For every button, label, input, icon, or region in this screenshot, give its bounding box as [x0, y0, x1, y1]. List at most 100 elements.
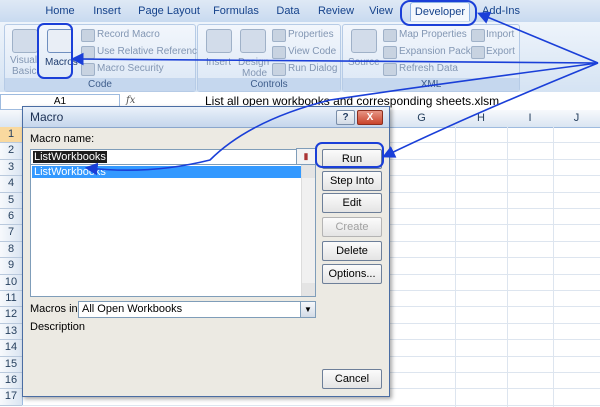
source-button[interactable]: Source [348, 57, 380, 68]
column-header-h[interactable]: H [455, 110, 508, 128]
code-group: Visual Basic Macros Record Macro Use Rel… [4, 24, 208, 92]
run-dialog-icon [272, 63, 286, 76]
controls-group-label: Controls [198, 78, 340, 91]
import-button[interactable]: Import [486, 29, 514, 40]
tab-home[interactable]: Home [39, 2, 81, 20]
grid-line [22, 404, 600, 406]
record-macro-button[interactable]: Record Macro [97, 29, 160, 40]
xml-group: Source Map Properties Expansion Packs Re… [342, 24, 520, 92]
tab-review[interactable]: Review [315, 2, 357, 20]
visual-basic-button-line2[interactable]: Basic [12, 66, 36, 77]
scroll-up-icon[interactable] [302, 165, 315, 178]
macros-in-value: All Open Workbooks [82, 303, 183, 315]
row-header-14[interactable]: 14 [0, 340, 23, 357]
run-dialog-button[interactable]: Run Dialog [288, 63, 337, 74]
dialog-title: Macro [30, 110, 64, 124]
row-header-7[interactable]: 7 [0, 225, 23, 242]
design-mode-button-line1[interactable]: Design [238, 57, 269, 68]
insert-controls-button[interactable]: Insert [206, 57, 231, 68]
row-header-10[interactable]: 10 [0, 274, 23, 291]
code-group-label: Code [5, 78, 195, 91]
close-button[interactable]: X [357, 110, 383, 125]
tab-developer[interactable]: Developer [410, 2, 470, 21]
tab-page-layout[interactable]: Page Layout [137, 2, 201, 20]
help-button[interactable]: ? [336, 110, 355, 125]
row-header-13[interactable]: 13 [0, 323, 23, 341]
tab-insert[interactable]: Insert [88, 2, 126, 20]
row-header-1[interactable]: 1 [0, 127, 23, 144]
create-button: Create [322, 217, 382, 237]
macro-dialog: Macro ? X Macro name: ListWorkbooks ▮ Li… [22, 106, 390, 397]
export-icon [471, 46, 485, 59]
expansion-packs-icon [383, 46, 397, 59]
relative-references-icon [81, 46, 95, 59]
row-header-12[interactable]: 12 [0, 307, 23, 324]
row-header-2[interactable]: 2 [0, 143, 23, 160]
record-macro-icon [81, 29, 95, 42]
row-header-6[interactable]: 6 [0, 209, 23, 226]
macro-security-button[interactable]: Macro Security [97, 63, 164, 74]
row-header-3[interactable]: 3 [0, 159, 23, 177]
dialog-title-bar[interactable]: Macro ? X [23, 107, 389, 128]
column-header-g[interactable]: G [388, 110, 456, 128]
cancel-button[interactable]: Cancel [322, 369, 382, 389]
macro-name-label: Macro name: [30, 133, 95, 145]
delete-button[interactable]: Delete [322, 241, 382, 261]
insert-function-icon[interactable]: fx [126, 95, 135, 106]
row-header-15[interactable]: 15 [0, 356, 23, 373]
visual-basic-icon [12, 29, 38, 53]
chevron-down-icon[interactable]: ▼ [300, 302, 315, 317]
refresh-data-icon [383, 63, 397, 76]
properties-icon [272, 29, 286, 42]
macros-in-select[interactable]: All Open Workbooks ▼ [78, 301, 316, 318]
map-properties-button[interactable]: Map Properties [399, 29, 467, 40]
source-icon [351, 29, 377, 53]
edit-button[interactable]: Edit [322, 193, 382, 213]
select-all-corner[interactable] [0, 110, 23, 128]
macro-name-input[interactable]: ListWorkbooks [30, 149, 302, 165]
step-into-button[interactable]: Step Into [322, 171, 382, 191]
expansion-packs-button[interactable]: Expansion Packs [399, 46, 476, 57]
grid-line [507, 127, 508, 407]
options-button[interactable]: Options... [322, 264, 382, 284]
macro-name-value: ListWorkbooks [33, 151, 107, 163]
tab-formulas[interactable]: Formulas [210, 2, 262, 20]
row-header-4[interactable]: 4 [0, 176, 23, 193]
tab-view[interactable]: View [366, 2, 396, 20]
column-header-i[interactable]: I [507, 110, 554, 128]
macros-in-label: Macros in: [30, 303, 81, 315]
properties-button[interactable]: Properties [288, 29, 334, 40]
view-code-icon [272, 46, 286, 59]
export-button[interactable]: Export [486, 46, 515, 57]
row-header-8[interactable]: 8 [0, 241, 23, 259]
xml-group-label: XML [343, 78, 519, 91]
macros-button[interactable]: Macros [45, 57, 78, 68]
macro-list-item[interactable]: ListWorkbooks [32, 166, 314, 178]
scroll-down-icon[interactable] [302, 283, 315, 296]
insert-controls-icon [206, 29, 232, 53]
visual-basic-button-line1[interactable]: Visual [10, 55, 37, 66]
row-header-16[interactable]: 16 [0, 373, 23, 390]
column-header-j[interactable]: J [553, 110, 600, 128]
tab-data[interactable]: Data [272, 2, 304, 20]
collapse-dialog-icon[interactable]: ▮ [296, 148, 316, 165]
row-header-11[interactable]: 11 [0, 291, 23, 308]
grid-line [455, 127, 456, 407]
macro-list[interactable]: ListWorkbooks [30, 164, 316, 297]
view-code-button[interactable]: View Code [288, 46, 336, 57]
run-button[interactable]: Run [322, 149, 382, 169]
macro-security-icon [81, 63, 95, 76]
row-header-5[interactable]: 5 [0, 192, 23, 209]
ribbon-tab-bar: Home Insert Page Layout Formulas Data Re… [0, 0, 600, 22]
macro-list-scrollbar[interactable] [301, 165, 315, 296]
controls-group: Insert Design Mode Properties View Code … [197, 24, 341, 92]
macros-icon [47, 29, 73, 53]
tab-add-ins[interactable]: Add-Ins [478, 2, 524, 20]
description-label: Description [30, 321, 86, 333]
map-properties-icon [383, 29, 397, 42]
grid-line [553, 127, 554, 407]
row-header-17[interactable]: 17 [0, 389, 23, 406]
refresh-data-button[interactable]: Refresh Data [399, 63, 458, 74]
use-relative-references-button[interactable]: Use Relative References [97, 46, 208, 57]
row-header-9[interactable]: 9 [0, 258, 23, 275]
